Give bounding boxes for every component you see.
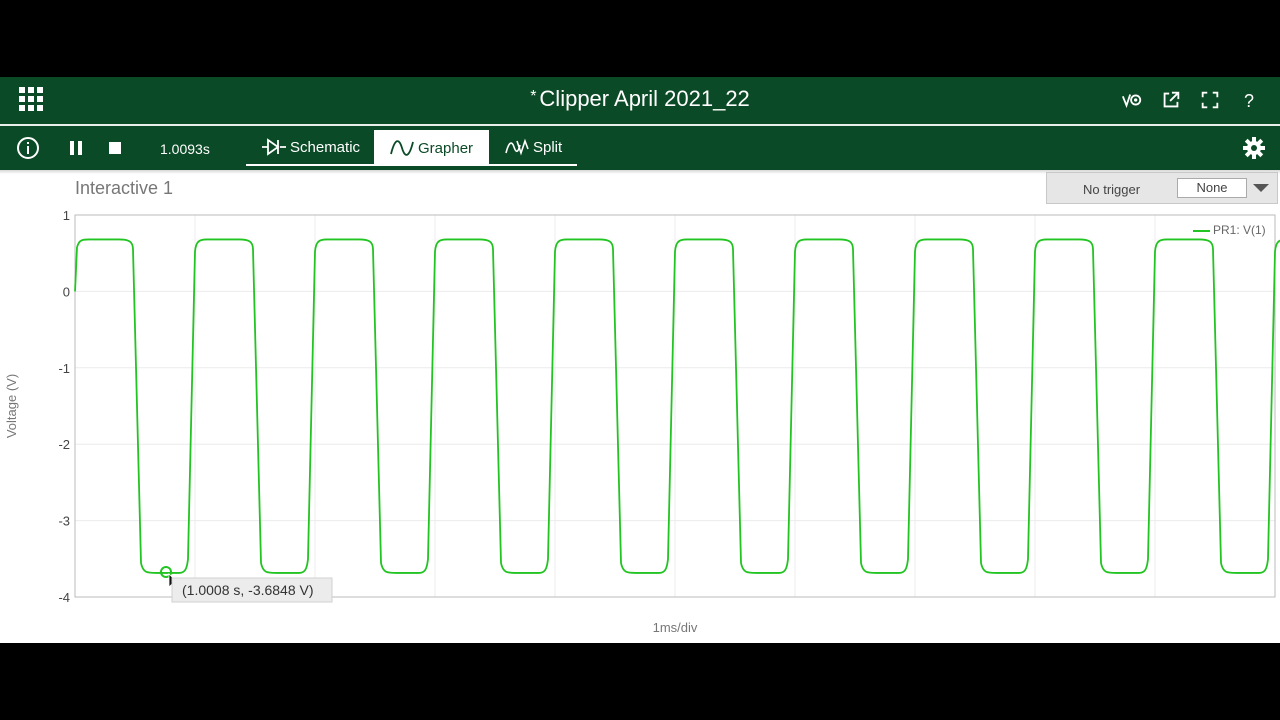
legend: PR1: V(1) [1193,223,1266,237]
y-tick-label: -1 [58,361,70,376]
external-link-icon[interactable] [1160,89,1184,113]
tab-schematic[interactable]: Schematic [246,130,374,164]
x-axis-label: 1ms/div [653,620,698,635]
tooltip-text: (1.0008 s, -3.6848 V) [182,582,314,598]
diode-icon [262,138,286,156]
voltage-chart[interactable]: 1 0 -1 -2 -3 -4 Voltage (V) 1ms/div PR1: V(1)… [0,170,1280,643]
tooltip: (1.0008 s, -3.6848 V) [171,577,333,603]
y-axis-label: Voltage (V) [4,374,19,438]
series-line-pr1 [74,238,1280,574]
y-tick-labels: 1 0 -1 -2 -3 -4 [58,208,70,605]
y-tick-label: 1 [63,208,70,223]
tab-underline [246,164,577,166]
fullscreen-icon[interactable] [1199,89,1223,113]
legend-entry: PR1: V(1) [1213,223,1266,237]
help-icon[interactable]: ? [1237,89,1261,113]
stop-icon[interactable] [104,136,128,160]
y-tick-label: -4 [58,590,70,605]
tab-split-label: Split [533,138,563,156]
title-bar: * Clipper April 2021_22 ? [0,77,1280,124]
y-tick-label: 0 [63,284,70,299]
tab-grapher-label: Grapher [418,139,474,157]
probe-icon[interactable] [1121,89,1145,113]
tab-schematic-label: Schematic [290,138,361,156]
info-icon[interactable] [16,136,40,160]
gear-icon[interactable] [1242,136,1266,160]
y-tick-label: -2 [58,437,70,452]
pause-icon[interactable] [64,136,88,160]
sine-icon [390,140,414,156]
y-tick-label: -3 [58,514,70,529]
tab-grapher[interactable]: Grapher [374,130,489,166]
document-title: * Clipper April 2021_22 [0,86,1280,112]
split-icon [505,138,529,156]
simulation-toolbar: 1.0093s Schematic Grapher Split [0,126,1280,170]
letterbox-top [0,0,1280,77]
tab-split[interactable]: Split [489,130,577,164]
document-title-text: Clipper April 2021_22 [539,86,750,111]
letterbox-bottom [0,643,1280,720]
unsaved-marker: * [530,88,537,105]
simulation-time: 1.0093s [160,141,210,157]
